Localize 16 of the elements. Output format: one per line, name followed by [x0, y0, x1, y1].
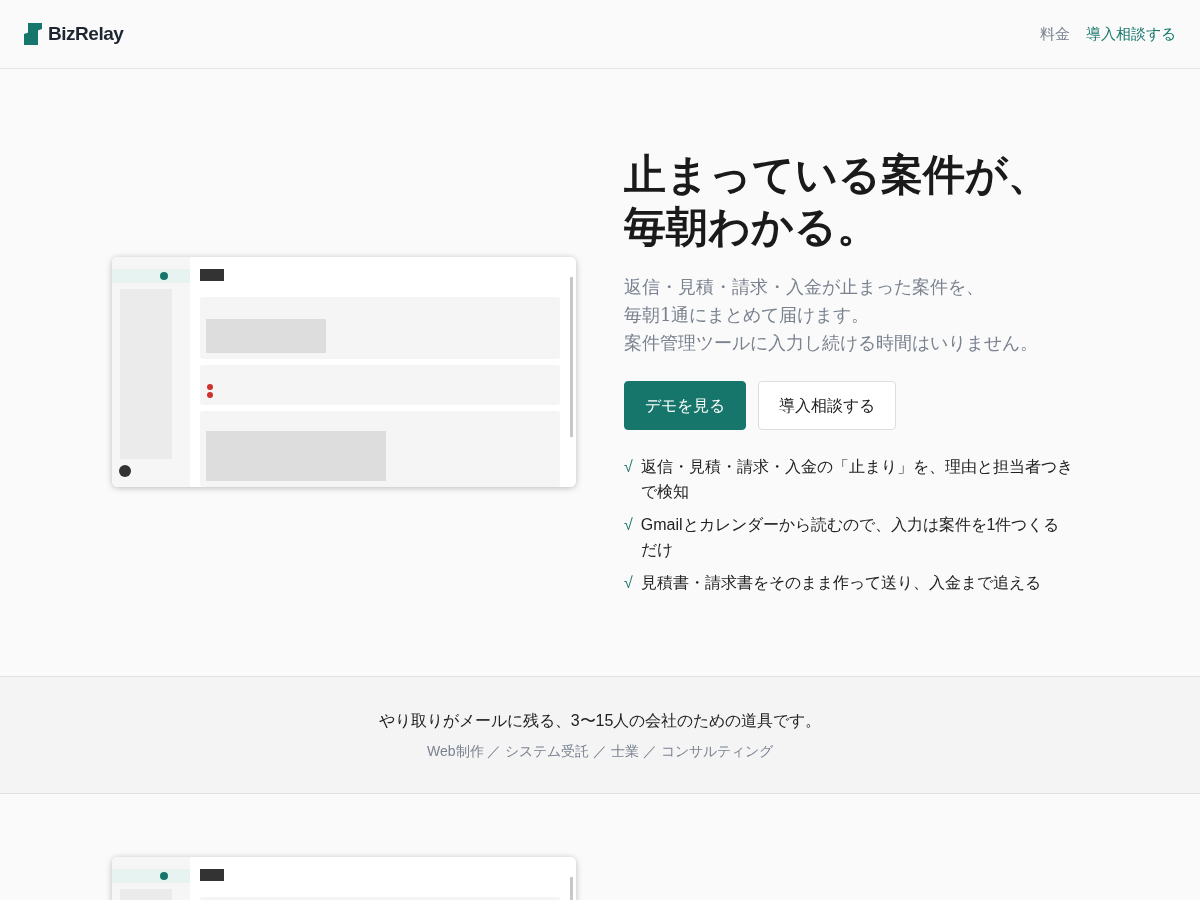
feature-text: 返信・見積・請求・入金の「止まり」を、理由と担当者つきで検知 [640, 457, 1073, 502]
check-icon: √ [624, 570, 633, 595]
check-icon: √ [624, 512, 633, 562]
consult-button[interactable]: 導入相談する [758, 381, 896, 430]
nav-link[interactable]: 料金 [1040, 22, 1070, 46]
feature-text: 見積書・請求書をそのまま作って送り、入金まで追える [640, 573, 1042, 593]
hero-title: 止まっている案件が、 毎朝わかる。 [624, 149, 1051, 253]
industries-list: Web制作 ／ システム受託 ／ 士業 ／ コンサルティング [427, 740, 773, 762]
demo-button[interactable]: デモを見る [624, 381, 746, 430]
feature-text: Gmailとカレンダーから読むので、入力は案件を1件つくるだけ [640, 515, 1061, 560]
audience-headline: やり取りがメールに残る、3〜15人の会社のための道具です。 [378, 710, 822, 731]
check-icon: √ [624, 454, 633, 504]
hero-subtitle: 返信・見積・請求・入金が止まった案件を、 毎朝1通にまとめて届けます。 案件管理ツールに入力し続ける時間はいりません。 [624, 275, 1039, 355]
logo-icon [24, 23, 42, 45]
brand-name: BizRelay [48, 21, 124, 46]
nav-link[interactable]: 導入相談する [1086, 22, 1176, 46]
